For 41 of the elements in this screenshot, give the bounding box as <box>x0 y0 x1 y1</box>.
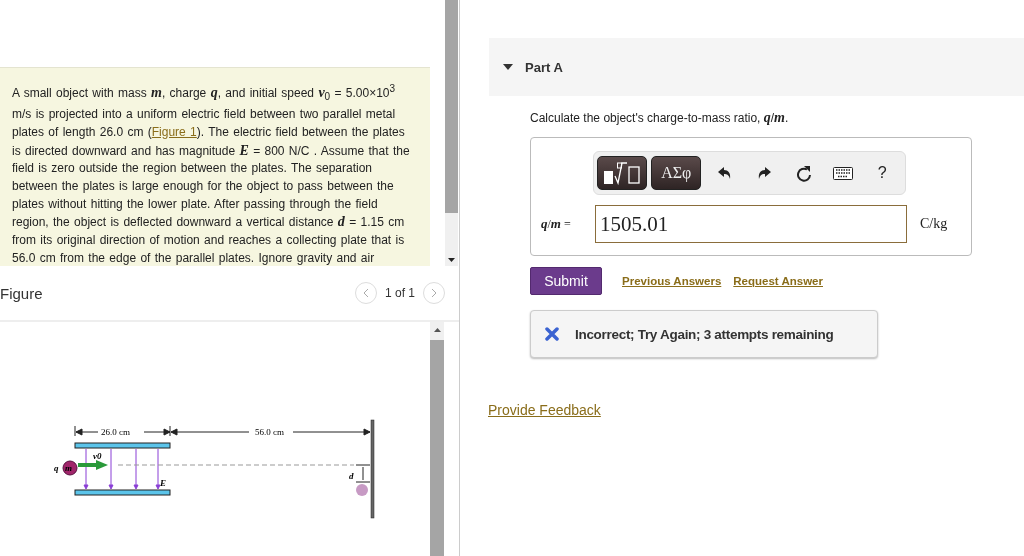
figure-link[interactable]: Figure 1 <box>151 124 197 139</box>
deflection-label: d <box>349 471 354 481</box>
answer-field[interactable]: 1505.01 <box>595 205 907 243</box>
part-header[interactable]: Part A <box>489 38 1024 96</box>
part-title: Part A <box>525 59 563 75</box>
scrollbar[interactable] <box>445 0 458 266</box>
answer-link[interactable]: Request Answer <box>733 275 823 287</box>
chevron-right-icon <box>431 288 437 298</box>
answer-link[interactable]: Previous Answers <box>622 275 722 287</box>
charge-label: q <box>54 463 59 473</box>
velocity-arrow <box>78 460 108 470</box>
caret-icon[interactable] <box>503 64 513 70</box>
velocity-label: v0 <box>93 451 102 461</box>
symbols-button[interactable]: ΑΣφ <box>651 156 702 190</box>
templates-icon <box>602 161 643 185</box>
dimension-label: 56.0 cm <box>255 427 284 437</box>
feedback-message: Incorrect; Try Again; 3 attempts remaining <box>575 326 834 342</box>
page-indicator: 1 of 1 <box>384 286 415 300</box>
particle <box>62 460 78 476</box>
answer-label: q/m = <box>541 216 572 232</box>
scroll-down-icon[interactable] <box>448 258 455 262</box>
question-text: Calculate the object's charge-to-mass ratio, q/m. <box>530 110 790 126</box>
figure-title: Figure <box>0 284 43 302</box>
reset-icon <box>795 164 812 182</box>
help-button[interactable]: ? <box>862 156 902 190</box>
field-label: E <box>160 478 166 488</box>
redo-icon <box>757 166 772 180</box>
undo-icon <box>718 166 732 180</box>
mass-label: m <box>65 463 72 473</box>
unit-label: C/kg <box>920 216 948 232</box>
feedback-link[interactable]: Provide Feedback <box>488 402 601 418</box>
submit-button[interactable]: Submit <box>530 267 602 295</box>
keyboard-icon <box>833 166 853 180</box>
dimension-label: 26.0 cm <box>101 427 130 437</box>
chevron-left-icon <box>362 288 369 298</box>
scroll-up-icon[interactable] <box>433 328 441 332</box>
scrollbar-thumb[interactable] <box>445 0 458 213</box>
problem-text: A small object with mass m, charge q, and initial speed v$_{0}$ = 5.00×10$^{3}$ m/s is projected into a uniform electric field between two parallel metal plates of length 26.0 cm (Figure 1). The electric field between the plates is directed downward and has magnitude E = 800 N/C . Assume that the field is zero outside the region between the plates. The separation between the plates is large enough for the object to pass between the plates without hitting the lower plate. After passing through the field region, the object is deflected downward a vertical distance d = 1.15 cm from its original direction of motion and reaches a collecting plate that is 56.0 cm from the edge of the parallel plates. Ignore gravity and air <box>12 82 411 266</box>
deflection-marker <box>355 464 371 483</box>
templates-button[interactable] <box>597 156 648 190</box>
deflected-particle <box>356 484 368 496</box>
